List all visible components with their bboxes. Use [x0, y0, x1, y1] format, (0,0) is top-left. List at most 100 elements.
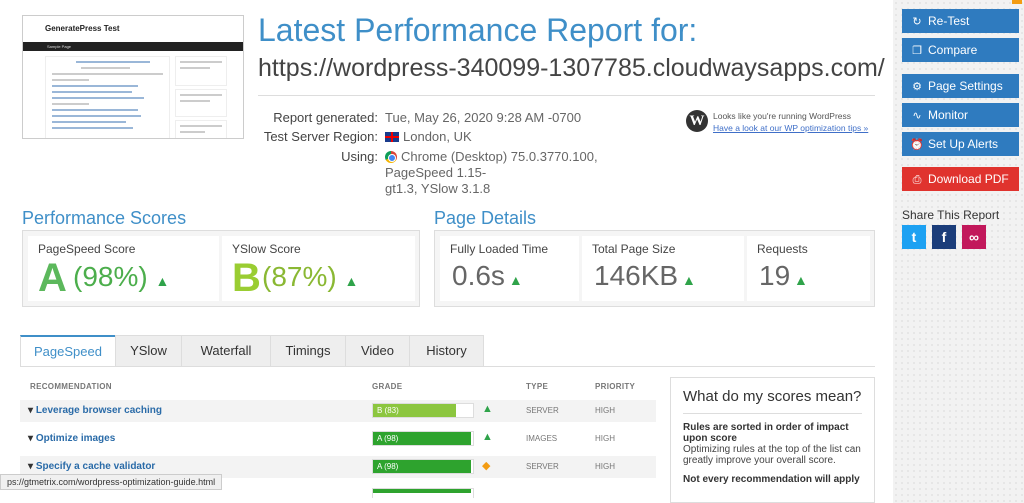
site-screenshot-thumbnail[interactable]: GeneratePress Test Sample Page — [22, 15, 244, 139]
browser-indicator — [1012, 0, 1022, 4]
recommendation-name[interactable]: Optimize images — [28, 433, 115, 444]
arrow-up-icon: ▲ — [155, 273, 170, 289]
arrow-up-icon: ▲ — [678, 272, 696, 288]
col-type: TYPE — [526, 382, 549, 391]
page-settings-button[interactable]: ⚙ Page Settings — [902, 74, 1019, 98]
col-grade: GRADE — [372, 382, 403, 391]
using-value-line1: Chrome (Desktop) 75.0.3770.100, PageSpee… — [385, 149, 598, 180]
yslow-grade: B — [232, 256, 261, 300]
recommendation-name[interactable]: Specify a cache validator — [28, 461, 156, 472]
col-recommendation: RECOMMENDATION — [30, 382, 112, 391]
grade-bar — [372, 488, 474, 498]
chrome-icon — [385, 151, 397, 163]
table-row[interactable]: Optimize images A (98) ▲ IMAGES HIGH — [20, 428, 656, 450]
using-value-line2: gt1.3, YSlow 3.1.8 — [385, 181, 491, 196]
report-generated-value: Tue, May 26, 2020 9:28 AM -0700 — [385, 110, 582, 125]
grade-fill: B (83) — [373, 404, 456, 417]
grade-bar: B (83) — [372, 403, 474, 418]
tab-pagespeed[interactable]: PageSpeed — [20, 335, 116, 367]
wordpress-notice-text: Looks like you're running WordPress — [713, 111, 852, 121]
setup-alerts-label: Set Up Alerts — [928, 137, 999, 151]
page-details-box: Fully Loaded Time 0.6s ▲ Total Page Size… — [434, 230, 875, 307]
performance-scores-box: PageSpeed Score A (98%) ▲ YSlow Score B … — [22, 230, 420, 307]
recommendation-priority: HIGH — [595, 462, 615, 471]
table-row[interactable]: Leverage browser caching B (83) ▲ SERVER… — [20, 400, 656, 422]
page-size-card: Total Page Size 146KB ▲ — [582, 236, 744, 301]
region-label: Test Server Region: — [263, 129, 378, 144]
monitor-label: Monitor — [928, 108, 969, 122]
thumbnail-sidebar-1 — [175, 56, 227, 86]
performance-scores-title: Performance Scores — [22, 208, 187, 228]
grade-bar: A (98) — [372, 431, 474, 446]
pagespeed-pct: (98%) — [73, 261, 148, 292]
arrow-up-icon: ▲ — [790, 272, 808, 288]
thumbnail-content — [45, 56, 170, 138]
yslow-score-card: YSlow Score B (87%) ▲ — [222, 236, 415, 301]
twitter-icon[interactable]: t — [902, 225, 926, 249]
refresh-icon: ↻ — [912, 16, 922, 28]
explanation-bold-1: Rules are sorted in order of impact upon… — [683, 422, 849, 444]
monitor-button[interactable]: ∿ Monitor — [902, 103, 1019, 127]
wordpress-notice: Looks like you're running WordPress Have… — [713, 110, 868, 134]
recommendation-priority: HIGH — [595, 434, 615, 443]
recommendation-priority: HIGH — [595, 406, 615, 415]
col-priority: PRIORITY — [595, 382, 636, 391]
tab-history[interactable]: History — [409, 335, 484, 367]
download-pdf-button[interactable]: ⎙ Download PDF — [902, 167, 1019, 191]
thumbnail-site-title: GeneratePress Test — [45, 24, 120, 33]
region-value: London, UK — [403, 129, 472, 144]
thumbnail-sidebar-2 — [175, 89, 227, 117]
diamond-icon: ◆ — [482, 460, 491, 472]
link-icon[interactable]: ∞ — [962, 225, 986, 249]
tab-timings[interactable]: Timings — [270, 335, 346, 367]
recommendation-type: IMAGES — [526, 434, 558, 443]
region-value-wrap: London, UK — [385, 129, 472, 144]
download-pdf-label: Download PDF — [928, 172, 1009, 186]
arrow-up-icon: ▲ — [482, 403, 493, 415]
tab-video[interactable]: Video — [345, 335, 410, 367]
page-settings-label: Page Settings — [928, 79, 1003, 93]
setup-alerts-button[interactable]: ⏰ Set Up Alerts — [902, 132, 1019, 156]
page-size-label: Total Page Size — [592, 242, 676, 256]
grade-bar: A (98) — [372, 459, 474, 474]
pagespeed-pct-wrap: (98%) ▲ — [73, 261, 169, 293]
fully-loaded-label: Fully Loaded Time — [450, 242, 549, 256]
pdf-icon: ⎙ — [912, 174, 922, 186]
arrow-up-icon: ▲ — [504, 272, 523, 288]
fully-loaded-wrap: 0.6s ▲ — [452, 260, 523, 292]
report-url: https://wordpress-340099-1307785.cloudwa… — [258, 54, 885, 82]
retest-button[interactable]: ↻ Re-Test — [902, 9, 1019, 33]
page-title: Latest Performance Report for: — [258, 12, 698, 48]
pulse-icon: ∿ — [912, 110, 922, 122]
requests-wrap: 19 ▲ — [759, 260, 808, 292]
pagespeed-score-card: PageSpeed Score A (98%) ▲ — [28, 236, 219, 301]
arrow-up-icon: ▲ — [344, 273, 359, 289]
tab-yslow[interactable]: YSlow — [115, 335, 182, 367]
fully-loaded-card: Fully Loaded Time 0.6s ▲ — [440, 236, 579, 301]
browser-status-bar: ps://gtmetrix.com/wordpress-optimization… — [0, 474, 223, 490]
wordpress-icon: W — [686, 110, 708, 132]
thumbnail-sidebar-3 — [175, 120, 227, 138]
thumbnail-nav: Sample Page — [23, 42, 243, 51]
compare-label: Compare — [928, 43, 978, 57]
header-divider — [258, 95, 875, 96]
explanation-text-1: Optimizing rules at the top of the list … — [683, 444, 861, 466]
recommendation-type: SERVER — [526, 406, 559, 415]
compare-button[interactable]: ❐ Compare — [902, 38, 1019, 62]
uk-flag-icon — [385, 132, 399, 142]
retest-label: Re-Test — [928, 14, 970, 28]
share-label: Share This Report — [902, 208, 1000, 222]
facebook-icon[interactable]: f — [932, 225, 956, 249]
gear-icon: ⚙ — [912, 81, 922, 93]
pagespeed-score-label: PageSpeed Score — [38, 242, 136, 256]
report-generated-label: Report generated: — [273, 110, 378, 125]
fully-loaded-value: 0.6s — [452, 260, 505, 291]
yslow-score-label: YSlow Score — [232, 242, 301, 256]
explanation-title: What do my scores mean? — [683, 388, 862, 414]
page-size-wrap: 146KB ▲ — [594, 260, 696, 292]
using-value-wrap: Chrome (Desktop) 75.0.3770.100, PageSpee… — [385, 149, 660, 197]
tab-waterfall[interactable]: Waterfall — [181, 335, 271, 367]
explanation-bold-2: Not every recommendation will apply — [683, 474, 860, 485]
wp-optimization-link[interactable]: Have a look at our WP optimization tips … — [713, 123, 868, 133]
recommendation-name[interactable]: Leverage browser caching — [28, 405, 162, 416]
